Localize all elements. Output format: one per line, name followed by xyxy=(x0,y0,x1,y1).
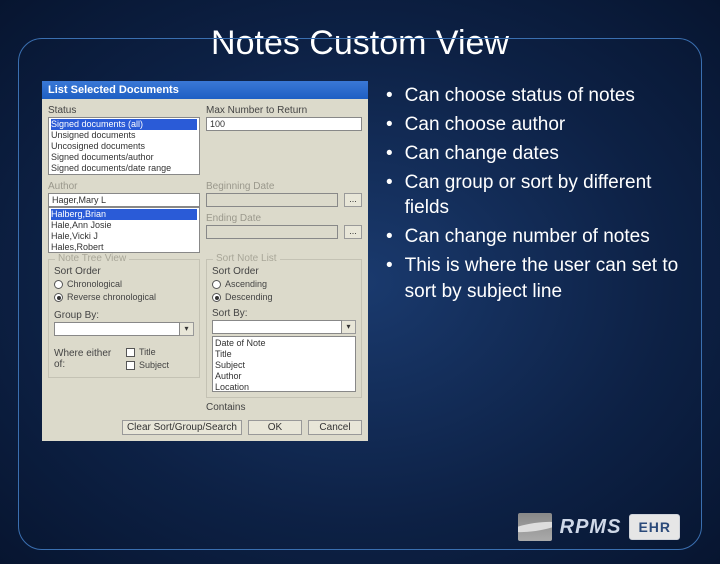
bullet-item: Can change number of notes xyxy=(386,224,690,249)
author-input[interactable]: Hager,Mary L xyxy=(48,193,200,207)
bullet-item: Can group or sort by different fields xyxy=(386,170,690,220)
radio-icon xyxy=(212,293,221,302)
sort-by-combo[interactable]: ▾ xyxy=(212,320,356,334)
ok-button[interactable]: OK xyxy=(248,420,302,435)
sort-order-label: Sort Order xyxy=(212,266,356,277)
group-by-combo[interactable]: ▾ xyxy=(54,322,194,336)
dialog-window: List Selected Documents Status Signed do… xyxy=(42,81,368,441)
bullet-item: This is where the user can set to sort b… xyxy=(386,253,690,303)
bullet-text: This is where the user can set to sort b… xyxy=(405,253,690,303)
status-item-selected[interactable]: Signed documents (all) xyxy=(51,119,197,130)
rpms-logo-text: RPMS xyxy=(560,516,622,539)
checkbox-icon xyxy=(126,348,135,357)
checkbox-subject[interactable]: Subject xyxy=(126,359,169,372)
radio-label: Descending xyxy=(225,291,273,304)
sort-by-label: Sort By: xyxy=(212,308,356,319)
contains-label: Contains xyxy=(206,402,362,413)
chevron-down-icon[interactable]: ▾ xyxy=(180,322,194,336)
cancel-button[interactable]: Cancel xyxy=(308,420,362,435)
author-label: Author xyxy=(48,181,200,192)
logo-area: RPMS EHR xyxy=(518,512,680,542)
radio-descending[interactable]: Descending xyxy=(212,291,356,304)
checkbox-label: Subject xyxy=(139,359,169,372)
sort-note-list-group: Sort Note List Sort Order Ascending Desc… xyxy=(206,259,362,398)
max-return-input[interactable]: 100 xyxy=(206,117,362,131)
slide-content: List Selected Documents Status Signed do… xyxy=(0,63,720,441)
checkbox-label: Title xyxy=(139,346,156,359)
clear-button[interactable]: Clear Sort/Group/Search xyxy=(122,420,242,435)
group-by-input[interactable] xyxy=(54,322,180,336)
begin-date-label: Beginning Date xyxy=(206,181,362,192)
bullet-text: Can choose status of notes xyxy=(405,83,635,108)
bullet-text: Can group or sort by different fields xyxy=(405,170,690,220)
status-item[interactable]: Unsigned documents xyxy=(51,130,197,141)
radio-icon xyxy=(212,280,221,289)
radio-chronological[interactable]: Chronological xyxy=(54,278,194,291)
status-item[interactable]: Uncosigned documents xyxy=(51,141,197,152)
end-date-input[interactable] xyxy=(206,225,338,239)
ehr-badge: EHR xyxy=(629,514,680,540)
status-listbox[interactable]: Signed documents (all) Unsigned document… xyxy=(48,117,200,175)
sort-order-sublabel: Sort Order xyxy=(54,266,194,277)
note-tree-view-legend: Note Tree View xyxy=(55,253,129,264)
author-item-selected[interactable]: Halberg,Brian xyxy=(51,209,197,220)
bullet-text: Can change dates xyxy=(405,141,559,166)
bullet-item: Can choose author xyxy=(386,112,690,137)
status-label: Status xyxy=(48,105,200,116)
end-date-picker-button[interactable]: ... xyxy=(344,225,362,239)
radio-icon xyxy=(54,280,63,289)
max-return-label: Max Number to Return xyxy=(206,105,362,116)
sort-by-listbox[interactable]: Date of Note Title Subject Author Locati… xyxy=(212,336,356,392)
sort-note-list-legend: Sort Note List xyxy=(213,253,280,264)
note-tree-view-group: Note Tree View Sort Order Chronological … xyxy=(48,259,200,378)
sort-by-input[interactable] xyxy=(212,320,342,334)
sort-by-item[interactable]: Date of Note xyxy=(215,338,353,349)
sort-by-item[interactable]: Title xyxy=(215,349,353,360)
radio-ascending[interactable]: Ascending xyxy=(212,278,356,291)
where-either-label: Where either of: xyxy=(54,348,120,370)
bullet-text: Can choose author xyxy=(405,112,566,137)
chevron-down-icon[interactable]: ▾ xyxy=(342,320,356,334)
author-item[interactable]: Hales,Robert xyxy=(51,242,197,253)
author-item[interactable]: Hale,Ann Josie xyxy=(51,220,197,231)
rpms-wave-icon xyxy=(518,513,552,541)
sort-by-item[interactable]: Author xyxy=(215,371,353,382)
radio-label: Chronological xyxy=(67,278,122,291)
radio-icon xyxy=(54,293,63,302)
author-listbox[interactable]: Halberg,Brian Hale,Ann Josie Hale,Vicki … xyxy=(48,207,200,253)
sort-by-item[interactable]: Subject xyxy=(215,360,353,371)
status-item[interactable]: Signed documents/date range xyxy=(51,163,197,174)
dialog-titlebar: List Selected Documents xyxy=(42,81,368,99)
sort-by-item[interactable]: Location xyxy=(215,382,353,392)
radio-label: Ascending xyxy=(225,278,267,291)
radio-label: Reverse chronological xyxy=(67,291,156,304)
bullet-item: Can change dates xyxy=(386,141,690,166)
group-by-label: Group By: xyxy=(54,310,194,321)
radio-reverse-chronological[interactable]: Reverse chronological xyxy=(54,291,194,304)
begin-date-picker-button[interactable]: ... xyxy=(344,193,362,207)
author-item[interactable]: Hale,Vicki J xyxy=(51,231,197,242)
end-date-label: Ending Date xyxy=(206,213,362,224)
bullet-item: Can choose status of notes xyxy=(386,83,690,108)
bullet-text: Can change number of notes xyxy=(405,224,650,249)
begin-date-input[interactable] xyxy=(206,193,338,207)
slide-title: Notes Custom View xyxy=(0,24,720,63)
status-item[interactable]: Signed documents/author xyxy=(51,152,197,163)
checkbox-title[interactable]: Title xyxy=(126,346,169,359)
checkbox-icon xyxy=(126,361,135,370)
bullet-list: Can choose status of notes Can choose au… xyxy=(386,81,690,308)
